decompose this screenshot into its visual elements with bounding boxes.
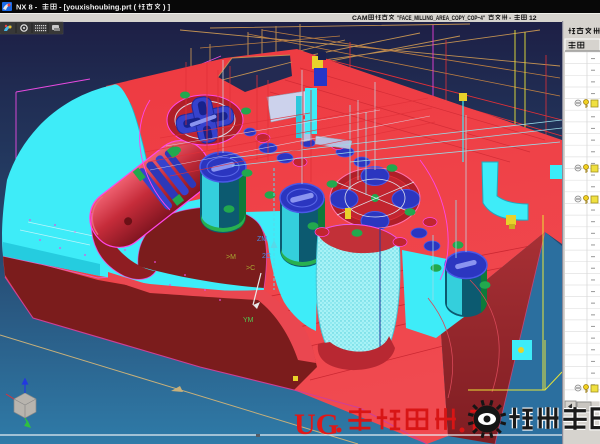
svg-text:12: 12 (529, 15, 537, 22)
svg-text:>M: >M (226, 254, 236, 261)
svg-text:"FACE_MILLING_AREA_COPY_COP~4": "FACE_MILLING_AREA_COPY_COP~4" (397, 15, 485, 22)
svg-text:2C: 2C (262, 253, 271, 260)
svg-text:UG: UG (294, 408, 339, 441)
svg-text:ZM: ZM (257, 236, 267, 243)
svg-text:CAM: CAM (352, 15, 368, 22)
svg-text:NX 8 -: NX 8 - (16, 3, 38, 12)
svg-text:YM: YM (243, 317, 254, 324)
svg-text:>C: >C (246, 265, 255, 272)
svg-text:- [youxishoubing.prt (: - [youxishoubing.prt ( (59, 3, 137, 12)
svg-text:-: - (509, 15, 511, 22)
svg-text:) ]: ) ] (163, 3, 171, 12)
